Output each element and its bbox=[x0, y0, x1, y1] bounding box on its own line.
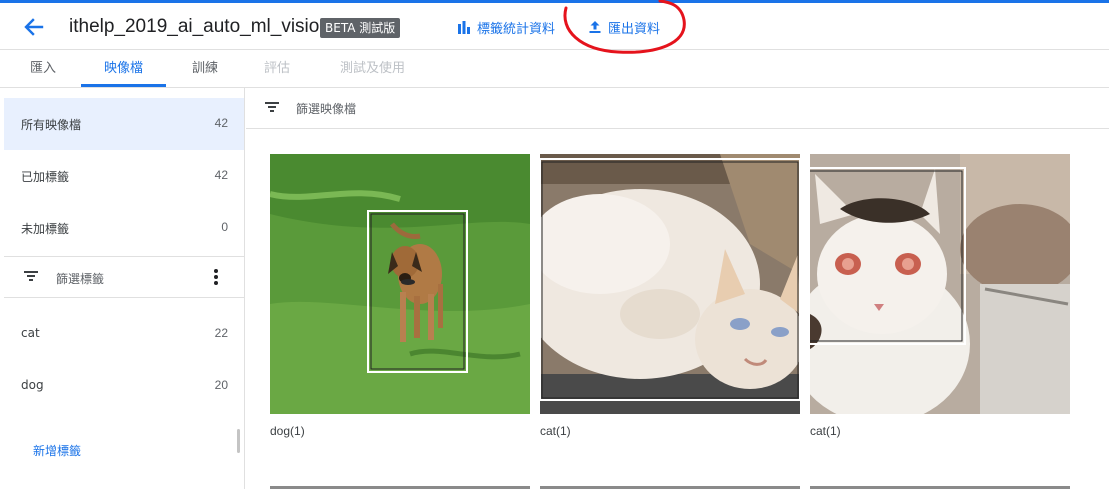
sidebar-item-label: 已加標籤 bbox=[21, 170, 70, 184]
tab-test-and-use[interactable]: 測試及使用 bbox=[325, 51, 420, 87]
image-caption: dog(1) bbox=[270, 424, 305, 438]
add-label-button[interactable]: 新增標籤 bbox=[33, 442, 81, 459]
image-caption: cat(1) bbox=[540, 424, 571, 438]
active-tab-indicator bbox=[81, 84, 166, 87]
image-filter-title: 篩選映像檔 bbox=[296, 102, 357, 116]
sidebar-item-label: cat bbox=[21, 326, 40, 340]
sidebar-item-label-cat[interactable]: cat 22 bbox=[4, 308, 244, 360]
sidebar-item-count: 42 bbox=[214, 168, 228, 182]
sidebar-item-count: 22 bbox=[214, 326, 228, 340]
label-stats-button[interactable]: 標籤統計資料 bbox=[457, 17, 555, 37]
tab-train[interactable]: 訓練 bbox=[176, 51, 234, 87]
cat-image bbox=[810, 154, 1070, 414]
more-vert-icon[interactable] bbox=[208, 267, 224, 287]
sidebar-item-label: 所有映像檔 bbox=[21, 118, 82, 132]
sidebar-scrollbar[interactable] bbox=[237, 429, 240, 453]
image-caption: cat(1) bbox=[810, 424, 841, 438]
tab-images[interactable]: 映像檔 bbox=[81, 51, 166, 87]
cat-image bbox=[540, 154, 800, 414]
sidebar-item-count: 42 bbox=[214, 116, 228, 130]
sidebar-item-label: dog bbox=[21, 378, 44, 392]
back-arrow-icon[interactable] bbox=[20, 13, 48, 41]
sidebar-item-label: 未加標籤 bbox=[21, 222, 70, 236]
sidebar-item-count: 0 bbox=[221, 220, 228, 234]
upload-icon bbox=[589, 21, 601, 33]
sidebar-item-unlabeled[interactable]: 未加標籤 0 bbox=[4, 202, 244, 254]
sidebar: 所有映像檔 42 已加標籤 42 未加標籤 0 篩選標籤 cat 22 dog … bbox=[4, 88, 245, 489]
label-filter-title: 篩選標籤 bbox=[56, 272, 105, 286]
label-stats-label: 標籤統計資料 bbox=[477, 21, 556, 37]
image-filter-bar: 篩選映像檔 bbox=[246, 88, 1109, 129]
tab-evaluate[interactable]: 評估 bbox=[248, 51, 306, 87]
sidebar-item-all-images[interactable]: 所有映像檔 42 bbox=[4, 98, 244, 150]
beta-badge: BETA 測試版 bbox=[320, 18, 401, 38]
sidebar-item-count: 20 bbox=[214, 378, 228, 392]
image-card-dog[interactable] bbox=[270, 154, 530, 414]
tab-bar: 匯入 映像檔 訓練 評估 測試及使用 bbox=[0, 51, 1109, 88]
filter-icon[interactable] bbox=[24, 270, 38, 282]
export-data-label: 匯出資料 bbox=[608, 21, 661, 37]
dog-image bbox=[270, 154, 530, 414]
image-card-cat[interactable] bbox=[810, 154, 1070, 414]
sidebar-item-label-dog[interactable]: dog 20 bbox=[4, 360, 244, 412]
filter-icon[interactable] bbox=[265, 101, 279, 113]
dataset-title: ithelp_2019_ai_auto_ml_vision bbox=[69, 16, 330, 37]
sidebar-item-labeled[interactable]: 已加標籤 42 bbox=[4, 150, 244, 202]
export-data-button[interactable]: 匯出資料 bbox=[588, 17, 660, 37]
label-filter-bar: 篩選標籤 bbox=[4, 256, 244, 298]
app-header: ithelp_2019_ai_auto_ml_vision BETA 測試版 標… bbox=[0, 3, 1109, 50]
image-card-cat[interactable] bbox=[540, 154, 800, 414]
bar-chart-icon bbox=[458, 21, 470, 34]
tab-import[interactable]: 匯入 bbox=[14, 51, 72, 87]
